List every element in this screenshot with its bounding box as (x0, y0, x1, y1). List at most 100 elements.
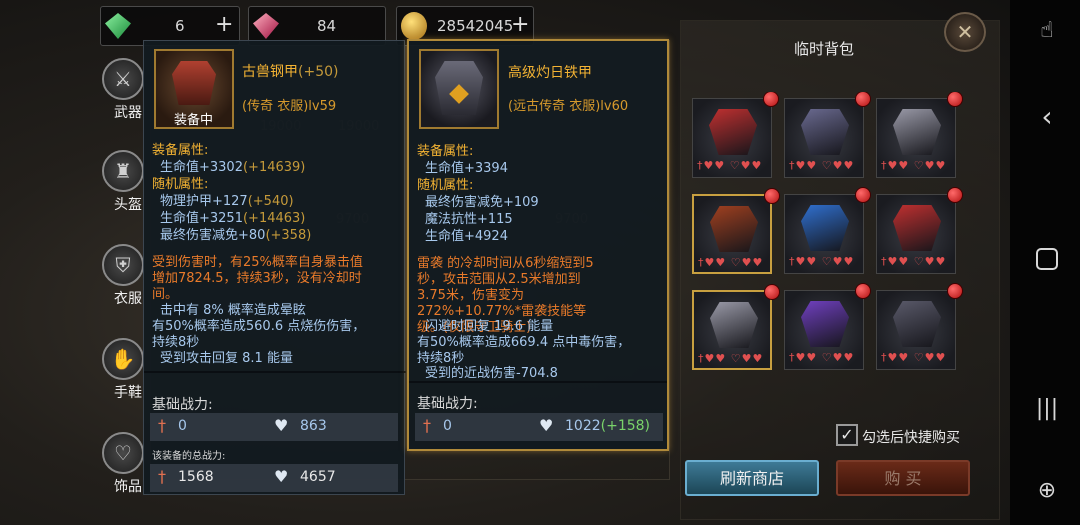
item-stat-marks: †♥♥ ♡♥♥ (881, 159, 947, 172)
total-power-title: 该装备的总战力: (152, 451, 226, 462)
bag-grid: †♥♥ ♡♥♥ †♥♥ ♡♥♥ †♥♥ ♡♥♥ †♥♥ ♡♥♥ †♥♥ ♡♥♥ †♥♥ ♡… (686, 92, 972, 404)
bracer-icon (893, 109, 941, 155)
total-attack-value: 1568 (178, 469, 214, 485)
new-item-dot (764, 188, 780, 204)
helmet-icon: ♜ (102, 150, 144, 192)
new-item-dot (763, 92, 779, 107)
equipped-badge: 装备中 (174, 113, 214, 128)
bag-item-slot[interactable]: †♥♥ ♡♥♥ (784, 92, 871, 178)
attack-power-value: 0 (443, 418, 452, 434)
green-gem-icon (105, 13, 131, 39)
buy-button[interactable]: 购 买 (836, 460, 970, 496)
beast-armor-icon (172, 61, 216, 105)
currency-value: 6 (175, 17, 185, 35)
touch-assist-icon[interactable]: ☝ (1035, 18, 1059, 43)
home-icon[interactable] (1035, 248, 1059, 276)
defense-power-value: 1022(+158) (565, 418, 651, 434)
equipped-item-tooltip: 装备中 古兽钢甲(+50) (传奇 衣服)lv59 装备属性: 生命值+3302… (143, 40, 406, 495)
item-stat-marks: †♥♥ ♡♥♥ (698, 352, 764, 365)
red-gem-icon (253, 13, 279, 39)
candidate-item-name: 高级灼日铁甲 (508, 65, 592, 81)
refresh-shop-button[interactable]: 刷新商店 (685, 460, 819, 496)
buff-row: 闪避时回复 19.6 能量 (425, 319, 554, 334)
item-stat-marks: †♥♥ ♡♥♥ (698, 256, 764, 269)
buff-row: 有50%概率造成560.6 点烧伤伤害，持续8秒 (152, 319, 366, 350)
armor-icon: ⛨ (102, 244, 144, 286)
close-bag-button[interactable]: ✕ (944, 12, 986, 52)
equipped-item-subtitle: (传奇 衣服)lv59 (242, 99, 337, 114)
close-icon: ✕ (956, 20, 974, 44)
currency-value: 28542045 (437, 17, 514, 35)
item-stat-marks: †♥♥ ♡♥♥ (789, 255, 855, 268)
buff-row: 击中有 8% 概率造成晕眩 (160, 303, 306, 318)
equipped-item-name: 古兽钢甲(+50) (242, 64, 339, 80)
bag-item-slot[interactable]: †♥♥ ♡♥♥ (876, 187, 963, 274)
bag-item-slot[interactable]: †♥♥ ♡♥♥ (692, 188, 780, 274)
divider (144, 371, 406, 373)
sword-icon: ⚔ (102, 58, 144, 100)
buff-row: 有50%概率造成669.4 点中毒伤害，持续8秒 (417, 335, 631, 366)
gauntlet-icon: ✋ (102, 338, 144, 380)
item-stat-marks: †♥♥ ♡♥♥ (881, 255, 947, 268)
new-item-dot (947, 283, 963, 299)
recent-apps-icon[interactable]: ||| (1035, 396, 1059, 421)
new-item-dot (947, 92, 963, 107)
equipped-item-thumbnail: 装备中 (154, 49, 234, 129)
divider (409, 381, 667, 383)
candidate-item-thumbnail (419, 49, 499, 129)
category-label: 手鞋 (114, 385, 142, 401)
defense-power-value: 863 (300, 418, 327, 434)
auto-buy-checkbox[interactable]: ✓ (836, 424, 858, 446)
category-armor[interactable]: ⛨ 衣服 (102, 244, 148, 308)
rand-attr-row: 生命值+4924 (425, 229, 508, 244)
bag-item-slot[interactable]: †♥♥ ♡♥♥ (876, 92, 963, 178)
item-stat-marks: †♥♥ ♡♥♥ (789, 159, 855, 172)
category-helmet[interactable]: ♜ 头盔 (102, 150, 148, 214)
winged-helm-icon (893, 205, 941, 251)
bag-item-slot[interactable]: †♥♥ ♡♥♥ (692, 284, 780, 370)
add-currency-button[interactable]: + (511, 12, 529, 37)
passive-effect: 受到伤害时，有25%概率自身暴击值增加7824.5，持续3秒，没有冷却时间。 (152, 255, 363, 302)
category-gloves-boots[interactable]: ✋ 手鞋 (102, 338, 148, 402)
back-icon[interactable]: ‹ (1035, 100, 1059, 133)
heart-power-icon: ♥ (539, 416, 554, 435)
bag-item-slot[interactable]: †♥♥ ♡♥♥ (784, 283, 871, 370)
category-label: 头盔 (114, 197, 142, 213)
currency-value: 84 (317, 17, 337, 35)
total-power-row: † 1568 ♥ 4657 (150, 464, 398, 492)
add-currency-button[interactable]: + (215, 12, 233, 37)
gamepad-icon[interactable]: ⊕ (1035, 478, 1059, 503)
new-item-dot (947, 187, 963, 203)
auto-buy-label: 勾选后快捷购买 (862, 430, 960, 446)
system-nav-bar: ☝ ‹ ||| ⊕ (1010, 0, 1080, 525)
item-stat-marks: †♥♥ ♡♥♥ (789, 351, 855, 364)
category-label: 武器 (114, 105, 142, 121)
sword-power-icon: † (158, 416, 166, 435)
fighting-power-title: 基础战力: (417, 396, 478, 412)
chest-armor-icon (893, 301, 941, 347)
attack-power-value: 0 (178, 418, 187, 434)
new-item-dot (855, 187, 871, 203)
item-stat-marks: †♥♥ ♡♥♥ (881, 351, 947, 364)
item-stat-marks: †♥♥ ♡♥♥ (697, 159, 763, 172)
blue-amulet-icon (801, 205, 849, 251)
purple-necklace-icon (801, 301, 849, 347)
bag-item-slot[interactable]: †♥♥ ♡♥♥ (876, 283, 963, 370)
winged-helm-icon (709, 109, 757, 155)
bracer-icon (710, 302, 758, 348)
fighting-power-title: 基础战力: (152, 397, 213, 413)
candidate-item-tooltip: 高级灼日铁甲 (远古传奇 衣服)lv60 装备属性: 生命值+3394 随机属性… (407, 39, 669, 451)
bag-item-slot[interactable]: †♥♥ ♡♥♥ (784, 187, 871, 274)
new-item-dot (764, 284, 780, 300)
rand-attr-row: 最终伤害减免+80(+358) (160, 228, 312, 243)
fighting-power-row: † 0 ♥ 863 (150, 413, 398, 441)
category-weapon[interactable]: ⚔ 武器 (102, 58, 148, 122)
gold-coin-icon (401, 12, 427, 40)
bag-item-slot[interactable]: †♥♥ ♡♥♥ (692, 92, 779, 178)
sword-power-icon: † (158, 467, 166, 486)
heart-power-icon: ♥ (274, 467, 289, 486)
total-defense-value: 4657 (300, 469, 336, 485)
new-item-dot (855, 283, 871, 299)
category-accessory[interactable]: ♡ 饰品 (102, 432, 148, 496)
category-label: 饰品 (114, 479, 142, 495)
